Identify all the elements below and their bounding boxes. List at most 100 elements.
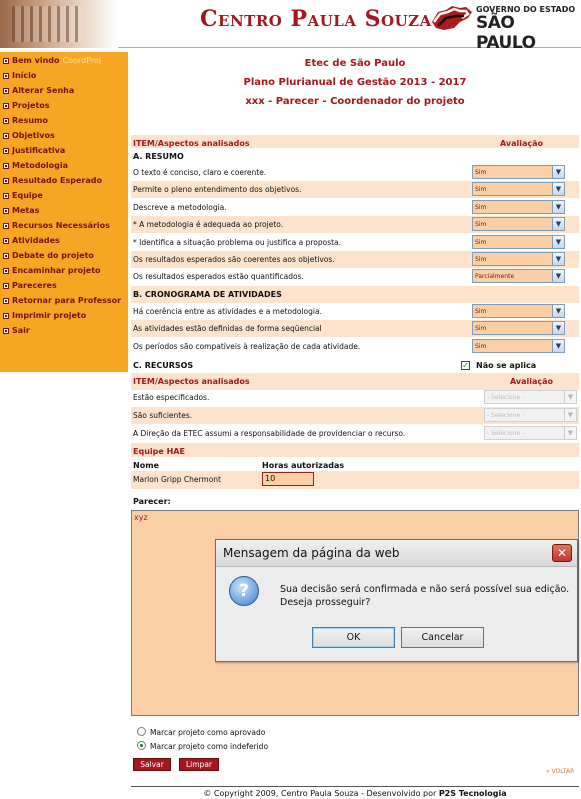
row-text: Descreve a metodologia. (133, 203, 227, 212)
nao-se-aplica-checkbox[interactable]: ✓ (461, 361, 470, 370)
eval-select[interactable]: Sim ▼ (472, 339, 565, 353)
confirm-dialog: Mensagem da página da web ✕ ? Sua decisã… (215, 539, 578, 662)
table-header: ITEM/Aspectos analisados Avaliação (131, 373, 579, 390)
approve-label: Marcar projeto como aprovado (150, 728, 266, 737)
sidebar-item-recursos[interactable]: Recursos Necessários (0, 218, 128, 233)
bullet-icon (3, 252, 9, 259)
bullet-icon (3, 87, 9, 94)
ok-button[interactable]: OK (312, 627, 395, 648)
hae-title: Equipe HAE (133, 447, 185, 456)
sidebar-item-resultado-esperado[interactable]: Resultado Esperado (0, 173, 128, 188)
row-text: Permite o pleno entendimento dos objetiv… (133, 185, 302, 194)
eval-select[interactable]: Sim ▼ (472, 235, 565, 249)
select-value: Sim (473, 236, 552, 248)
chevron-down-icon: ▼ (564, 391, 576, 403)
row-text: São suficientes. (133, 411, 193, 420)
select-value: Sim (473, 183, 552, 195)
row-text: Estão especificados. (133, 393, 210, 402)
bullet-icon (3, 192, 9, 199)
government-logo: GOVERNO DO ESTADO SÃO PAULO (430, 4, 578, 53)
sidebar-item-alterar-senha[interactable]: Alterar Senha (0, 83, 128, 98)
sidebar-item-sair[interactable]: Sair (0, 323, 128, 338)
back-link[interactable]: « VOLTAR (546, 768, 574, 775)
select-value: Sim (473, 201, 552, 213)
bullet-icon (3, 282, 9, 289)
select-value: Parcialmente (473, 270, 552, 282)
dialog-titlebar: Mensagem da página da web ✕ (216, 540, 577, 567)
sidebar-item-imprimir[interactable]: Imprimir projeto (0, 308, 128, 323)
eval-select[interactable]: Parcialmente ▼ (472, 269, 565, 283)
sidebar-item-debate[interactable]: Debate do projeto (0, 248, 128, 263)
chevron-down-icon: ▼ (552, 270, 564, 282)
sidebar-item-label: Atividades (12, 236, 60, 245)
eval-select[interactable]: Sim ▼ (472, 182, 565, 196)
chevron-down-icon: ▼ (552, 253, 564, 265)
sidebar-item-label: Encaminhar projeto (12, 266, 101, 275)
eval-select[interactable]: Sim ▼ (472, 165, 565, 179)
hae-hours-input[interactable]: 10 (262, 472, 314, 486)
select-value: - Selecione - (485, 409, 564, 421)
select-value: Sim (473, 253, 552, 265)
approve-radio[interactable] (137, 727, 146, 736)
col-eval-header: Avaliação (499, 139, 543, 148)
sidebar-item-label: Metodologia (12, 161, 69, 170)
close-icon[interactable]: ✕ (552, 544, 572, 562)
bullet-icon (3, 102, 9, 109)
page-titles: Etec de São Paulo Plano Plurianual de Ge… (131, 58, 579, 115)
sidebar-item-justificativa[interactable]: Justificativa (0, 143, 128, 158)
chevron-down-icon: ▼ (552, 201, 564, 213)
sidebar-item-atividades[interactable]: Atividades (0, 233, 128, 248)
sidebar-item-projetos[interactable]: Projetos (0, 98, 128, 113)
sidebar-item-label: Equipe (12, 191, 43, 200)
col-eval-header: Avaliação (509, 377, 553, 386)
school-title: Etec de São Paulo (304, 58, 406, 69)
sidebar-item-label: Resultado Esperado (12, 176, 102, 185)
sidebar-item-label: Retornar para Professor (12, 296, 122, 305)
sidebar-item-encaminhar[interactable]: Encaminhar projeto (0, 263, 128, 278)
select-value: Sim (473, 218, 552, 230)
row-text: Os resultados esperados estão quantifica… (133, 272, 304, 281)
sidebar-item-resumo[interactable]: Resumo (0, 113, 128, 128)
plan-title: Plano Plurianual de Gestão 2013 - 2017 (243, 77, 467, 88)
eval-select[interactable]: Sim ▼ (472, 252, 565, 266)
sidebar-item-label: Justificativa (12, 146, 66, 155)
bullet-icon (3, 72, 9, 79)
eval-select[interactable]: Sim ▼ (472, 321, 565, 335)
eval-select[interactable]: Sim ▼ (472, 304, 565, 318)
chevron-down-icon: ▼ (564, 409, 576, 421)
reject-label: Marcar projeto como indeferido (150, 742, 269, 751)
bullet-icon (3, 312, 9, 319)
eval-select-disabled: - Selecione - ▼ (484, 426, 577, 440)
page-header: Centro Paula Souza GOVERNO DO ESTADO SÃO… (0, 0, 581, 53)
reject-radio[interactable] (137, 741, 146, 750)
sidebar-item-label: Debate do projeto (12, 251, 94, 260)
eval-select[interactable]: Sim ▼ (472, 200, 565, 214)
hae-title-bar (131, 443, 579, 457)
section-a-label: A. RESUMO (133, 152, 184, 161)
col-item-header: ITEM/Aspectos analisados (133, 139, 250, 148)
sidebar-item-objetivos[interactable]: Objetivos (0, 128, 128, 143)
cancel-button[interactable]: Cancelar (401, 627, 484, 648)
sidebar-item-inicio[interactable]: Início (0, 68, 128, 83)
sidebar-item-pareceres[interactable]: Pareceres (0, 278, 128, 293)
eval-select[interactable]: Sim ▼ (472, 217, 565, 231)
sidebar-item-retornar[interactable]: Retornar para Professor (0, 293, 128, 308)
sidebar-item-label: Início (12, 71, 37, 80)
row-text: Os períodos são compatíveis à realização… (133, 342, 361, 351)
sidebar-item-label: Recursos Necessários (12, 221, 110, 230)
sidebar-item-label: Metas (12, 206, 40, 215)
col-item-header: ITEM/Aspectos analisados (133, 377, 250, 386)
chevron-down-icon: ▼ (552, 183, 564, 195)
clear-button[interactable]: Limpar (179, 758, 219, 771)
select-value: Sim (473, 305, 552, 317)
sidebar-item-label: Objetivos (12, 131, 55, 140)
save-button[interactable]: Salvar (133, 758, 171, 771)
bullet-icon (3, 297, 9, 304)
bullet-icon (3, 117, 9, 124)
sidebar-item-equipe[interactable]: Equipe (0, 188, 128, 203)
sidebar-item-label: Projetos (12, 101, 50, 110)
chevron-down-icon: ▼ (552, 236, 564, 248)
sidebar-item-metas[interactable]: Metas (0, 203, 128, 218)
section-c-label: C. RECURSOS (133, 361, 194, 370)
sidebar-item-metodologia[interactable]: Metodologia (0, 158, 128, 173)
